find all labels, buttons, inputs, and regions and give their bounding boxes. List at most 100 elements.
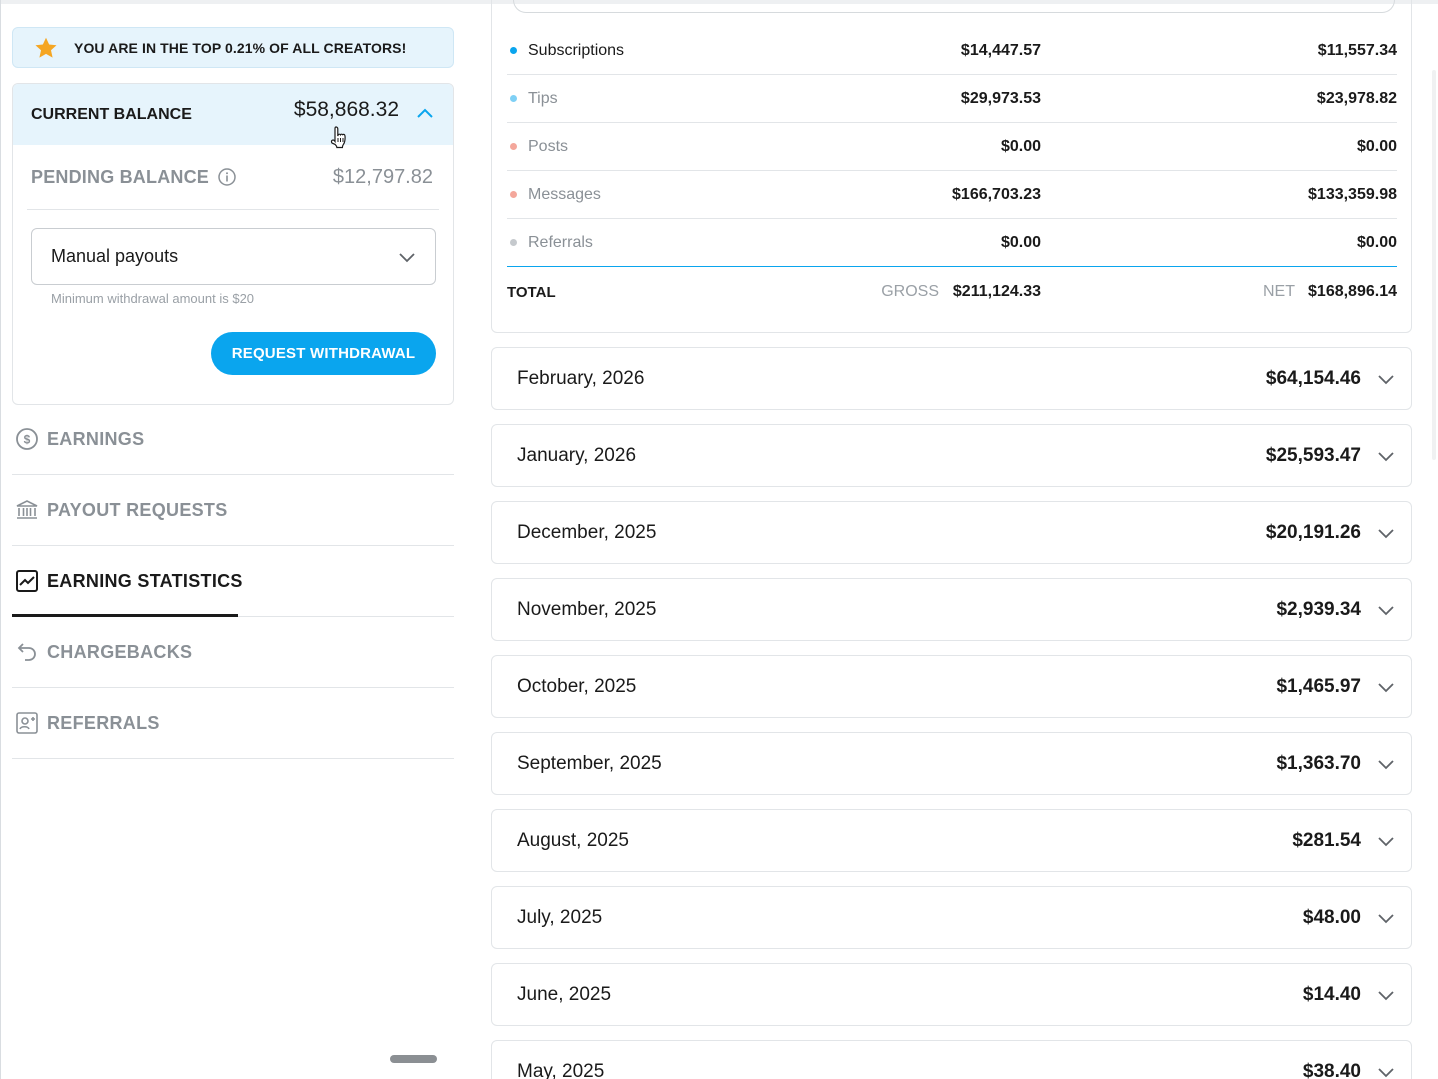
balance-card: CURRENT BALANCE $58,868.32 PENDING BALAN… [12,83,454,405]
chevron-down-icon[interactable] [1376,908,1396,928]
gross-label: GROSS [881,283,939,300]
total-label: TOTAL [507,283,556,301]
summary-row-name: Posts [528,137,569,155]
nav-item-earnings[interactable]: $ EARNINGS [12,404,454,475]
bank-icon [16,500,38,519]
summary-row: Referrals $0.00 $0.00 [507,219,1397,267]
month-row[interactable]: July, 2025 $48.00 [491,886,1412,949]
total-gross: $211,124.33 [952,283,1041,300]
summary-row-net: $133,359.98 [1308,185,1397,203]
summary-row-name: Referrals [528,233,593,251]
chevron-down-icon[interactable] [1376,523,1396,543]
window-left-edge [0,0,1,1079]
month-row[interactable]: September, 2025 $1,363.70 [491,732,1412,795]
chart-icon [16,570,38,592]
summary-row-gross: $0.00 [1000,233,1041,251]
month-row[interactable]: October, 2025 $1,465.97 [491,655,1412,718]
pending-balance-row: PENDING BALANCE $12,797.82 [27,145,439,210]
chevron-down-icon[interactable] [1376,677,1396,697]
chevron-down-icon[interactable] [1376,600,1396,620]
summary-row-gross: $166,703.23 [952,185,1041,203]
month-label: September, 2025 [517,752,662,774]
month-amount: $25,593.47 [1265,444,1361,466]
page-scrollbar[interactable] [1432,70,1436,460]
month-label: February, 2026 [517,367,645,389]
svg-text:$: $ [24,433,31,447]
chevron-down-icon[interactable] [1376,369,1396,389]
chevron-down-icon[interactable] [1376,446,1396,466]
star-icon [35,37,57,58]
nav-item-chargebacks[interactable]: CHARGEBACKS [12,617,454,688]
nav-label: EARNING STATISTICS [47,570,243,591]
legend-dot [510,95,517,102]
summary-row-gross: $29,973.53 [960,89,1041,107]
month-row[interactable]: January, 2026 $25,593.47 [491,424,1412,487]
referral-icon [16,712,38,734]
chevron-down-icon[interactable] [1376,831,1396,851]
legend-dot [510,191,517,198]
month-label: June, 2025 [517,983,612,1005]
net-label: NET [1263,283,1295,300]
month-label: October, 2025 [517,675,637,697]
total-net: $168,896.14 [1308,283,1397,300]
banner-text: YOU ARE IN THE TOP 0.21% OF ALL CREATORS… [74,39,407,56]
month-amount: $14.40 [1302,983,1361,1005]
month-label: July, 2025 [517,906,603,928]
chevron-down-icon[interactable] [1376,1062,1396,1079]
summary-row: Tips $29,973.53 $23,978.82 [507,75,1397,123]
nav-item-earning-statistics[interactable]: EARNING STATISTICS [12,546,454,617]
month-row[interactable]: August, 2025 $281.54 [491,809,1412,872]
summary-row-net: $0.00 [1356,137,1397,155]
summary-row-net: $0.00 [1356,233,1397,251]
scroll-handle[interactable] [390,1055,437,1063]
legend-dot [510,239,517,246]
nav-item-payout-requests[interactable]: PAYOUT REQUESTS [12,475,454,546]
chevron-down-icon[interactable] [1376,754,1396,774]
side-nav: $ EARNINGS PAYOUT REQUESTS EARNING STATI… [12,404,454,759]
month-amount: $38.40 [1302,1060,1361,1079]
nav-label: REFERRALS [47,712,160,733]
month-label: January, 2026 [517,444,637,466]
pending-balance-label: PENDING BALANCE [31,166,210,187]
chevron-down-icon [399,253,415,263]
top-creator-banner: YOU ARE IN THE TOP 0.21% OF ALL CREATORS… [12,27,454,68]
summary-row: Subscriptions $14,447.57 $11,557.34 [507,27,1397,75]
summary-row-name: Tips [528,89,558,107]
nav-label: PAYOUT REQUESTS [47,499,228,520]
nav-label: EARNINGS [47,428,145,449]
nav-item-referrals[interactable]: REFERRALS [12,688,454,759]
summary-chart-edge [513,0,1395,13]
month-amount: $48.00 [1302,906,1361,928]
current-balance-label: CURRENT BALANCE [31,105,192,123]
summary-total-row: TOTAL GROSS $211,124.33 NET $168,896.14 [507,268,1397,316]
summary-row-name: Messages [528,185,601,203]
month-row[interactable]: February, 2026 $64,154.46 [491,347,1412,410]
current-balance-header[interactable]: CURRENT BALANCE $58,868.32 [13,84,453,145]
legend-dot [510,143,517,150]
month-row[interactable]: November, 2025 $2,939.34 [491,578,1412,641]
summary-row: Messages $166,703.23 $133,359.98 [507,171,1397,219]
legend-dot [510,47,517,54]
summary-row-gross: $0.00 [1000,137,1041,155]
month-row[interactable]: May, 2025 $38.40 [491,1040,1412,1079]
chevron-down-icon[interactable] [1376,985,1396,1005]
month-amount: $64,154.46 [1265,367,1361,389]
pending-balance-amount: $12,797.82 [332,165,433,188]
chevron-up-icon[interactable] [415,104,435,124]
month-amount: $1,363.70 [1276,752,1361,774]
month-label: December, 2025 [517,521,657,543]
month-amount: $20,191.26 [1265,521,1361,543]
dollar-circle-icon: $ [16,428,38,450]
request-withdrawal-button[interactable]: REQUEST WITHDRAWAL [211,332,436,375]
payout-mode-select[interactable]: Manual payouts [31,228,436,285]
summary-row-net: $11,557.34 [1317,41,1397,59]
summary-row-name: Subscriptions [528,41,625,59]
month-row[interactable]: December, 2025 $20,191.26 [491,501,1412,564]
current-balance-amount: $58,868.32 [293,98,399,121]
summary-row: Posts $0.00 $0.00 [507,123,1397,171]
month-amount: $2,939.34 [1276,598,1361,620]
month-row[interactable]: June, 2025 $14.40 [491,963,1412,1026]
month-label: May, 2025 [517,1060,605,1079]
info-icon[interactable] [217,167,237,187]
month-amount: $281.54 [1292,829,1361,851]
